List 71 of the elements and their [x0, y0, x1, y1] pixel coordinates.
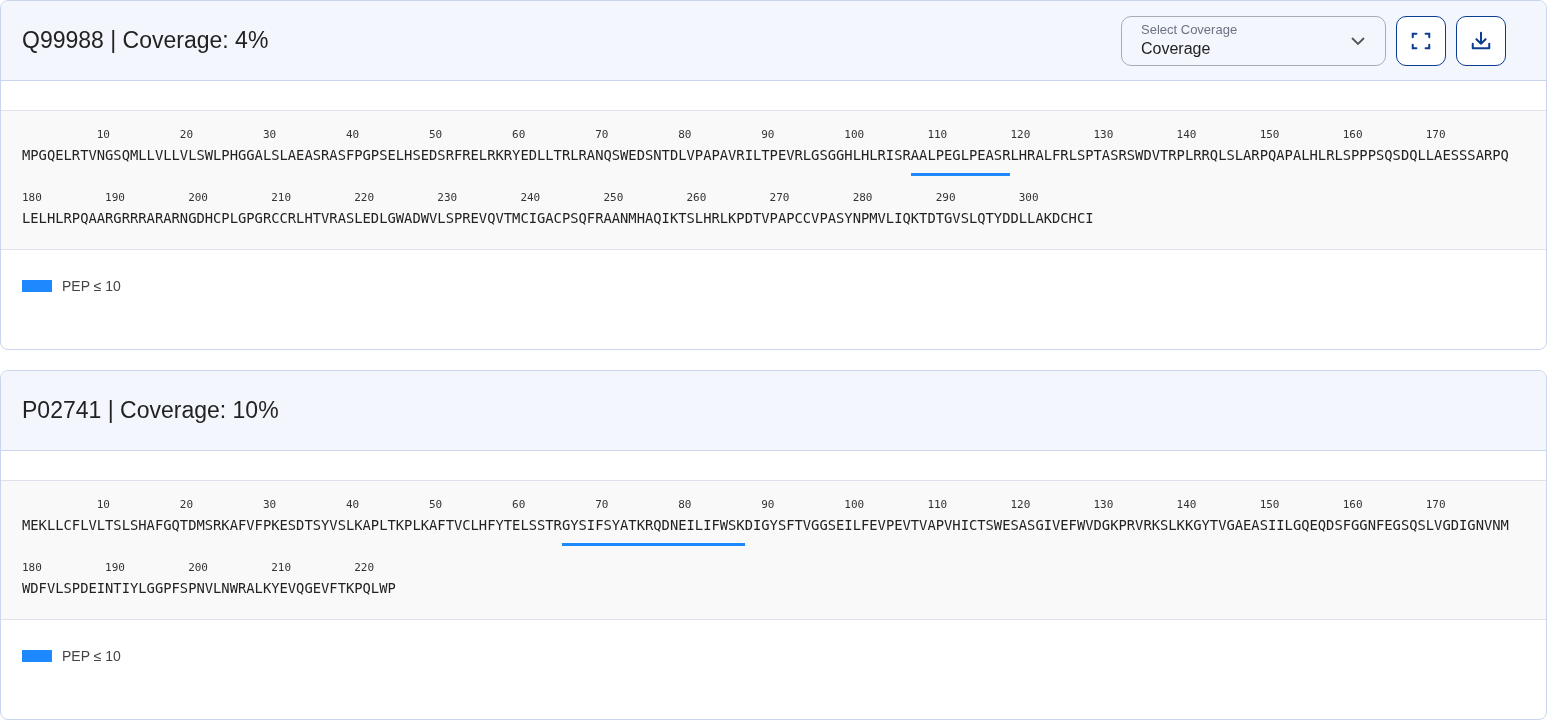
residue-number: 230 [437, 190, 458, 204]
residue-number: 210 [271, 560, 292, 574]
residue-number: 120 [1010, 128, 1031, 141]
fullscreen-button[interactable] [1396, 15, 1446, 66]
sequence-text: LELHLRPQAARGRRRARARNGDHCPLGPGRCCRLHTVRASLEDLGWADWVLSPREVQVTMCIGACPSQFRAANMHAQIKTSLHRLKPDTVPAPCCVPASYNPMVLIQKTDTGVSLQTYDDLLAKDCHCI [22, 211, 1094, 228]
residue-number: 160 [1342, 498, 1363, 511]
residue-number: 290 [935, 190, 956, 204]
download-icon [1470, 29, 1492, 52]
sequence-text: LHRALFRLSPTASRSWDVTRPLRRQLSLARPQAPALHLRLSPPPSQSDQLLAESSSARPQ [1010, 149, 1509, 165]
covered-peptide: GYSIFSYATKRQDNEILIFWSK [561, 519, 745, 546]
residue-number: 110 [927, 498, 948, 511]
residue-number: 20 [179, 498, 194, 511]
residue-number: 110 [927, 128, 948, 141]
coverage-select[interactable]: Select Coverage Coverage [1121, 15, 1386, 66]
residue-number: 300 [1018, 190, 1039, 204]
residue-number: 130 [1093, 498, 1114, 511]
card-title: Q99988 | Coverage: 4% [22, 26, 269, 56]
residue-number: 240 [520, 190, 541, 204]
residue-number: 80 [678, 128, 692, 141]
sequence-text: WDFVLSPDEINTIYLGGPFSPNVLNWRALKYEVQGEVFTKPQLWP [22, 581, 396, 598]
residue-number: 10 [96, 498, 110, 511]
card-title: P02741 | Coverage: 10% [22, 396, 279, 426]
residue-number: 220 [354, 560, 375, 574]
legend-label: PEP ≤ 10 [62, 646, 121, 666]
residue-number: 260 [686, 190, 707, 204]
residue-number: 60 [512, 498, 526, 511]
residue-number: 140 [1176, 128, 1197, 141]
chevron-down-icon [1350, 35, 1366, 46]
residue-number: 150 [1259, 498, 1280, 511]
residue-number: 80 [678, 498, 692, 511]
residue-number: 280 [852, 190, 873, 204]
residue-number: 170 [1425, 128, 1446, 141]
residue-number: 130 [1093, 128, 1114, 141]
sequence-text: DIGYSFTVGGSEILFEVPEVTVAPVHICTSWESASGIVEFWVDGKPRVRKSLKKGYTVGAEASIILGQEQDSFGGNFEGSQSLVGDIGNVNM [744, 519, 1509, 535]
legend-label: PEP ≤ 10 [62, 276, 121, 296]
residue-number: 210 [271, 190, 292, 204]
residue-number: 40 [345, 128, 360, 141]
sequence-text: MPGQELRTVNGSQMLLVLLVLSWLPHGGALSLAEASRASFPGPSELHSEDSRFRELRKRYEDLLTRLRANQSWEDSNTDLVPAPAVRILTPEVRLGSGGHLHLRISR [22, 149, 911, 165]
residue-number: 50 [429, 128, 443, 141]
residue-number: 190 [105, 190, 125, 204]
residue-number: 90 [761, 128, 775, 141]
residue-number: 250 [603, 190, 624, 204]
residue-number: 70 [595, 498, 609, 511]
select-value: Coverage [1141, 38, 1212, 59]
residue-number: 20 [179, 128, 194, 141]
residue-number: 50 [429, 498, 443, 511]
residue-number: 270 [769, 190, 790, 204]
residue-number: 30 [262, 498, 277, 511]
residue-number: 60 [512, 128, 526, 141]
residue-number: 200 [188, 560, 208, 574]
residue-number: 180 [22, 560, 42, 574]
residue-number: 160 [1342, 128, 1363, 141]
residue-number: 100 [844, 498, 865, 511]
residue-number: 190 [105, 560, 125, 574]
residue-number: 40 [345, 498, 360, 511]
residue-number: 90 [761, 498, 775, 511]
covered-peptide: AALPEGLPEASR [910, 149, 1011, 176]
sequence-text: MEKLLCFLVLTSLSHAFGQTDMSRKAFVFPKESDTSYVSLKAPLTKPLKAFTVCLHFYTELSSTR [22, 519, 562, 535]
residue-number: 120 [1010, 498, 1031, 511]
residue-number: 150 [1259, 128, 1280, 141]
select-label: Select Coverage [1141, 22, 1238, 39]
residue-number: 200 [188, 190, 208, 204]
residue-number: 180 [22, 190, 42, 204]
download-button[interactable] [1456, 15, 1506, 66]
residue-number: 30 [262, 128, 277, 141]
residue-number: 170 [1425, 498, 1446, 511]
residue-number: 70 [595, 128, 609, 141]
residue-number: 10 [96, 128, 110, 141]
residue-number: 100 [844, 128, 865, 141]
residue-number: 140 [1176, 498, 1197, 511]
residue-number: 220 [354, 190, 375, 204]
